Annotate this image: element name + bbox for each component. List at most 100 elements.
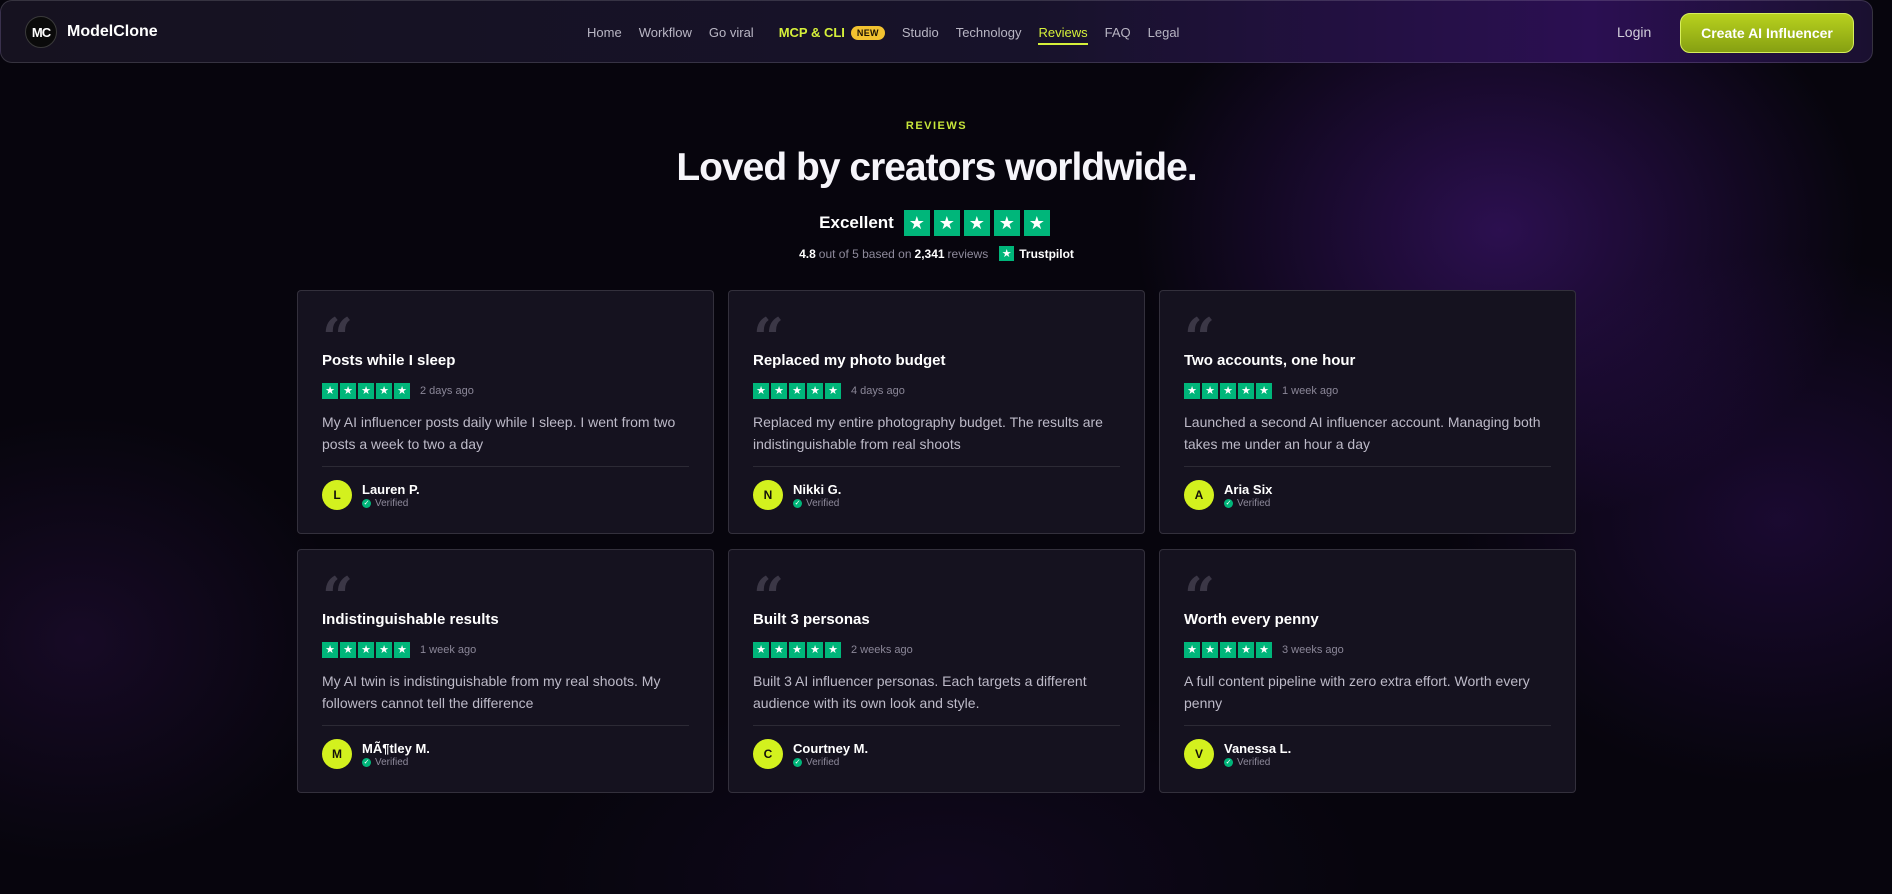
trustpilot-star-icon: ★	[999, 246, 1015, 261]
star-icon: ★	[1220, 383, 1236, 399]
review-text: Replaced my entire photography budget. T…	[753, 414, 1103, 452]
verified-badge: ✓ Verified	[793, 757, 868, 768]
review-meta: ★ ★ ★ ★ ★ 2 weeks ago	[753, 642, 913, 658]
verified-badge: ✓ Verified	[1224, 498, 1272, 509]
review-meta: ★ ★ ★ ★ ★ 1 week ago	[1184, 383, 1338, 399]
nav-link-home[interactable]: Home	[587, 25, 622, 40]
check-icon: ✓	[362, 498, 371, 508]
author-info: Aria Six ✓ Verified	[1224, 482, 1272, 509]
verified-label: Verified	[375, 497, 409, 509]
star-icon: ★	[358, 642, 374, 658]
rating-row: Excellent ★ ★ ★ ★ ★	[0, 210, 1873, 236]
review-meta: ★ ★ ★ ★ ★ 2 days ago	[322, 383, 474, 399]
star-icon: ★	[1202, 642, 1218, 658]
author-info: Vanessa L. ✓ Verified	[1224, 741, 1291, 768]
author-name: Vanessa L.	[1224, 740, 1292, 756]
brand-logo-icon: MC	[25, 16, 57, 48]
review-stars: ★ ★ ★ ★ ★	[753, 383, 843, 399]
nav-link-mcp-cli[interactable]: MCP & CLI NEW	[779, 25, 885, 40]
create-ai-influencer-button[interactable]: Create AI Influencer	[1680, 13, 1854, 53]
author-info: MÃ¶tley M. ✓ Verified	[362, 741, 430, 768]
check-icon: ✓	[362, 757, 371, 767]
brand[interactable]: MC ModelClone	[25, 16, 158, 48]
nav-link-workflow[interactable]: Workflow	[639, 25, 692, 40]
verified-label: Verified	[806, 497, 840, 509]
review-author: A Aria Six ✓ Verified	[1184, 480, 1272, 510]
review-count: 2,341	[914, 246, 945, 261]
star-icon: ★	[1184, 383, 1200, 399]
nav-link-go-viral[interactable]: Go viral	[709, 25, 754, 40]
star-icon: ★	[376, 642, 392, 658]
verified-badge: ✓ Verified	[362, 757, 430, 768]
author-name: MÃ¶tley M.	[362, 740, 430, 756]
star-icon: ★	[322, 383, 338, 399]
review-stars: ★ ★ ★ ★ ★	[322, 383, 412, 399]
star-icon: ★	[771, 642, 787, 658]
review-author: C Courtney M. ✓ Verified	[753, 739, 868, 769]
verified-badge: ✓ Verified	[362, 498, 420, 509]
review-title: Worth every penny	[1184, 611, 1319, 628]
review-stars: ★ ★ ★ ★ ★	[322, 642, 412, 658]
star-icon: ★	[933, 210, 960, 236]
card-divider	[753, 466, 1120, 467]
review-meta: ★ ★ ★ ★ ★ 4 days ago	[753, 383, 905, 399]
star-icon: ★	[1238, 642, 1254, 658]
check-icon: ✓	[793, 498, 802, 508]
review-card: “ Posts while I sleep ★ ★ ★ ★ ★ 2 days ago M…	[297, 290, 714, 534]
review-text: My AI twin is indistinguishable from my …	[322, 673, 661, 711]
review-title: Replaced my photo budget	[753, 352, 946, 369]
nav-links: Home Workflow Go viral MCP & CLI NEW Stu…	[587, 1, 1196, 64]
reviews-grid: “ Posts while I sleep ★ ★ ★ ★ ★ 2 days ago M…	[297, 290, 1577, 793]
review-author: M MÃ¶tley M. ✓ Verified	[322, 739, 430, 769]
review-text: Launched a second AI influencer account.…	[1184, 414, 1541, 452]
nav-link-legal[interactable]: Legal	[1148, 25, 1180, 40]
verified-badge: ✓ Verified	[793, 498, 841, 509]
star-icon: ★	[1256, 642, 1272, 658]
star-icon: ★	[1023, 210, 1050, 236]
star-icon: ★	[753, 383, 769, 399]
avatar: C	[753, 739, 783, 769]
star-icon: ★	[789, 383, 805, 399]
review-card: “ Built 3 personas ★ ★ ★ ★ ★ 2 weeks ago Bui…	[728, 549, 1145, 793]
card-divider	[322, 466, 689, 467]
review-stars: ★ ★ ★ ★ ★	[1184, 642, 1274, 658]
card-divider	[1184, 725, 1551, 726]
star-icon: ★	[825, 642, 841, 658]
card-divider	[322, 725, 689, 726]
author-info: Nikki G. ✓ Verified	[793, 482, 841, 509]
review-text: A full content pipeline with zero extra …	[1184, 673, 1530, 711]
nav-link-reviews[interactable]: Reviews	[1038, 25, 1088, 45]
star-icon: ★	[993, 210, 1020, 236]
review-title: Built 3 personas	[753, 611, 870, 628]
review-date: 1 week ago	[1282, 385, 1339, 397]
star-icon: ★	[1202, 383, 1218, 399]
nav-link-faq[interactable]: FAQ	[1105, 25, 1131, 40]
star-icon: ★	[1238, 383, 1254, 399]
review-card: “ Worth every penny ★ ★ ★ ★ ★ 3 weeks ago A …	[1159, 549, 1576, 793]
rating-summary: 4.8 out of 5 based on 2,341 reviews ★ Tr…	[0, 246, 1873, 261]
trustpilot-name: Trustpilot	[1019, 246, 1074, 261]
review-text: My AI influencer posts daily while I sle…	[322, 414, 676, 452]
check-icon: ✓	[1224, 757, 1233, 767]
review-date: 2 weeks ago	[851, 644, 913, 656]
star-icon: ★	[1256, 383, 1272, 399]
review-author: N Nikki G. ✓ Verified	[753, 480, 841, 510]
author-info: Lauren P. ✓ Verified	[362, 482, 420, 509]
rating-out-of: out of 5 based on	[818, 246, 912, 261]
rating-stars: ★ ★ ★ ★ ★	[903, 210, 1054, 236]
author-name: Lauren P.	[362, 481, 420, 497]
review-meta: ★ ★ ★ ★ ★ 1 week ago	[322, 642, 476, 658]
top-navbar: MC ModelClone Home Workflow Go viral MCP…	[0, 0, 1873, 63]
reviews-word: reviews	[947, 246, 989, 261]
star-icon: ★	[807, 383, 823, 399]
author-name: Aria Six	[1224, 481, 1273, 497]
star-icon: ★	[963, 210, 990, 236]
star-icon: ★	[358, 383, 374, 399]
review-date: 1 week ago	[420, 644, 477, 656]
nav-link-studio[interactable]: Studio	[902, 25, 939, 40]
star-icon: ★	[903, 210, 930, 236]
star-icon: ★	[771, 383, 787, 399]
nav-link-technology[interactable]: Technology	[956, 25, 1022, 40]
login-link[interactable]: Login	[1617, 24, 1651, 40]
verified-label: Verified	[1237, 756, 1271, 768]
